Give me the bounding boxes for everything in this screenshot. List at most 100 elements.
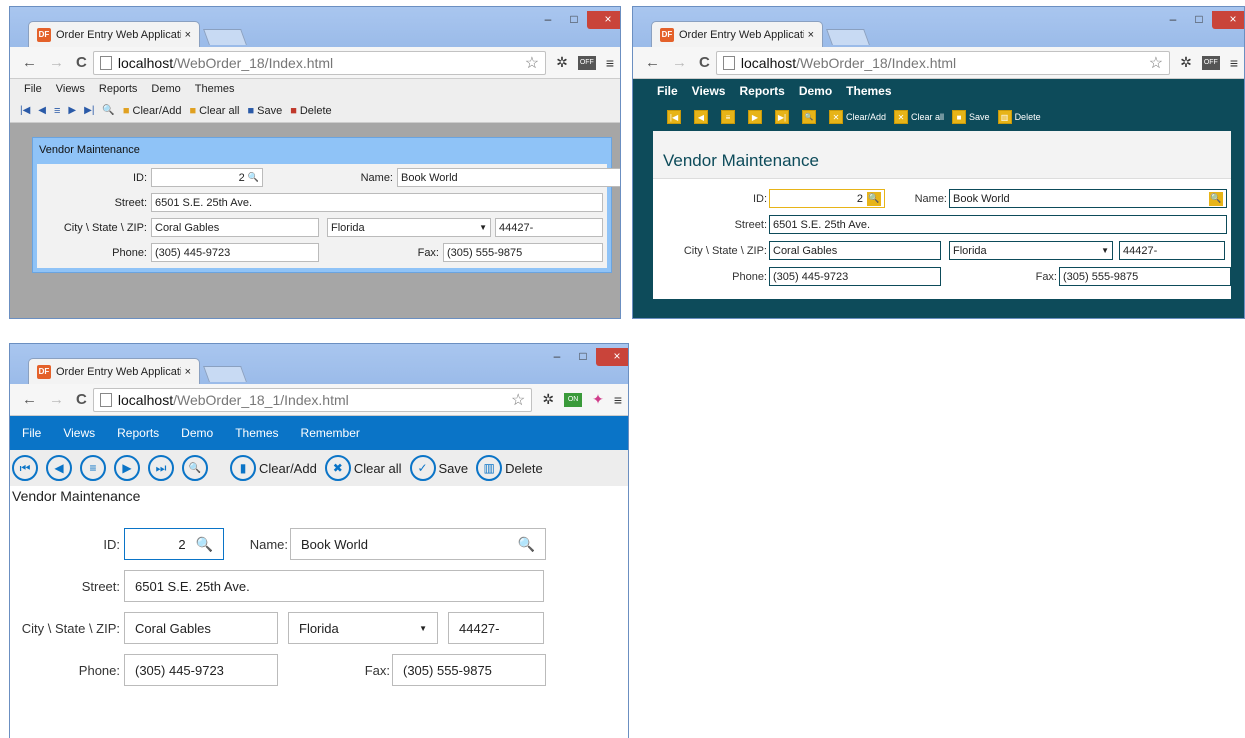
fax-input[interactable]: (305) 555-9875 [443,243,603,262]
menu-reports[interactable]: Reports [117,426,159,440]
menu-reports[interactable]: Reports [99,83,138,95]
menu-file[interactable]: File [657,84,678,98]
street-input[interactable]: 6501 S.E. 25th Ave. [151,193,603,212]
previous-record-icon[interactable]: ◀ [38,105,46,116]
menu-reports[interactable]: Reports [739,84,784,98]
clear-all-button[interactable]: ■ Clear all [189,105,239,117]
last-record-icon[interactable]: ▶| [84,105,94,116]
id-search-icon[interactable]: 🔍 [867,191,881,206]
prompt-search-icon[interactable]: 🔍 [182,455,208,481]
bookmark-star-icon[interactable]: ☆ [1149,53,1163,73]
clear-all-button[interactable]: ✖ Clear all [324,455,402,481]
name-search-icon[interactable]: 🔍 [518,536,535,553]
reload-icon[interactable]: C [76,54,87,71]
next-record-icon[interactable]: ▶ [68,105,76,116]
find-equal-icon[interactable]: ≡ [721,110,735,124]
menu-file[interactable]: File [22,426,41,440]
menu-remember[interactable]: Remember [301,426,360,440]
close-window-button[interactable]: × [1212,11,1244,29]
menu-themes[interactable]: Themes [846,84,891,98]
url-input[interactable]: localhost/WebOrder_18_1/Index.html ☆ [92,387,533,412]
last-record-icon[interactable]: ⏭ [148,455,174,481]
reload-icon[interactable]: C [699,54,710,71]
close-window-button[interactable]: × [596,348,628,366]
previous-record-icon[interactable]: ◀ [46,455,72,481]
prompt-search-icon[interactable]: 🔍 [102,105,114,116]
menu-themes[interactable]: Themes [195,83,235,95]
forward-arrow-icon[interactable]: → [49,54,64,71]
url-input[interactable]: localhost/WebOrder_18/Index.html ☆ [715,50,1171,75]
menu-views[interactable]: Views [56,83,85,95]
phone-input[interactable]: (305) 445-9723 [151,243,319,262]
id-input[interactable]: 2 🔍 [769,189,885,208]
first-record-icon[interactable]: ⏮ [12,455,38,481]
menu-icon[interactable]: ≡ [1230,55,1238,71]
new-tab-button[interactable] [826,29,870,45]
gear-icon[interactable]: ✲ [556,54,568,71]
bookmark-star-icon[interactable]: ☆ [525,53,539,73]
bookmark-star-icon[interactable]: ☆ [511,390,525,410]
clear-all-button[interactable]: ✕ Clear all [894,110,944,124]
state-select[interactable]: Florida ▼ [288,612,438,644]
maximize-button[interactable]: □ [570,348,596,366]
extension-on-icon[interactable]: ON [564,392,583,407]
menu-views[interactable]: Views [63,426,95,440]
new-tab-button[interactable] [203,366,247,382]
next-record-icon[interactable]: ▶ [114,455,140,481]
gear-icon[interactable]: ✲ [1180,54,1192,71]
prompt-search-icon[interactable]: 🔍 [802,110,816,124]
back-arrow-icon[interactable]: ← [22,391,37,408]
gear-icon[interactable]: ✲ [542,391,554,408]
zip-input[interactable]: 44427- [495,218,603,237]
colorwheel-icon[interactable]: ✦ [592,391,604,408]
phone-input[interactable]: (305) 445-9723 [124,654,278,686]
browser-tab[interactable]: DF Order Entry Web Applicati × [28,358,200,384]
fax-input[interactable]: (305) 555-9875 [1059,267,1231,286]
minimize-button[interactable]: – [544,348,570,366]
find-equal-icon[interactable]: ≡ [54,105,60,117]
delete-button[interactable]: ▥ Delete [997,110,1041,124]
menu-file[interactable]: File [24,83,42,95]
street-input[interactable]: 6501 S.E. 25th Ave. [769,215,1227,234]
fax-input[interactable]: (305) 555-9875 [392,654,546,686]
previous-record-icon[interactable]: ◀ [694,110,708,124]
city-input[interactable]: Coral Gables [769,241,941,260]
browser-tab[interactable]: DF Order Entry Web Applicati × [651,21,823,47]
delete-button[interactable]: ▥ Delete [476,455,543,481]
reload-icon[interactable]: C [76,391,87,408]
save-button[interactable]: ■ Save [952,110,990,124]
maximize-button[interactable]: □ [561,11,587,29]
city-input[interactable]: Coral Gables [151,218,319,237]
url-input[interactable]: localhost/WebOrder_18/Index.html ☆ [92,50,547,75]
tab-close-icon[interactable]: × [185,29,191,41]
first-record-icon[interactable]: |◀ [667,110,681,124]
menu-views[interactable]: Views [692,84,726,98]
menu-icon[interactable]: ≡ [606,55,614,71]
extension-off-icon[interactable]: OFF [1201,55,1220,70]
minimize-button[interactable]: – [1160,11,1186,29]
last-record-icon[interactable]: ▶| [775,110,789,124]
clear-add-button[interactable]: ■ Clear/Add [123,105,182,117]
minimize-button[interactable]: – [535,11,561,29]
maximize-button[interactable]: □ [1186,11,1212,29]
zip-input[interactable]: 44427- [1119,241,1225,260]
close-window-button[interactable]: × [587,11,620,29]
name-input[interactable]: Book World🔍 [290,528,546,560]
menu-icon[interactable]: ≡ [614,392,622,408]
back-arrow-icon[interactable]: ← [22,54,37,71]
city-input[interactable]: Coral Gables [124,612,278,644]
new-tab-button[interactable] [203,29,247,45]
find-equal-icon[interactable]: ≡ [80,455,106,481]
delete-button[interactable]: ■ Delete [290,105,331,117]
clear-add-button[interactable]: ▮ Clear/Add [230,455,317,481]
id-input[interactable]: 2 🔍 [124,528,224,560]
tab-close-icon[interactable]: × [185,366,191,378]
name-input[interactable]: Book World🔍 [949,189,1227,208]
menu-demo[interactable]: Demo [151,83,180,95]
back-arrow-icon[interactable]: ← [645,54,660,71]
name-input[interactable]: Book World🔍 [397,168,620,187]
street-input[interactable]: 6501 S.E. 25th Ave. [124,570,544,602]
id-input[interactable]: 2 🔍 [151,168,263,187]
next-record-icon[interactable]: ▶ [748,110,762,124]
state-select[interactable]: Florida ▼ [949,241,1113,260]
